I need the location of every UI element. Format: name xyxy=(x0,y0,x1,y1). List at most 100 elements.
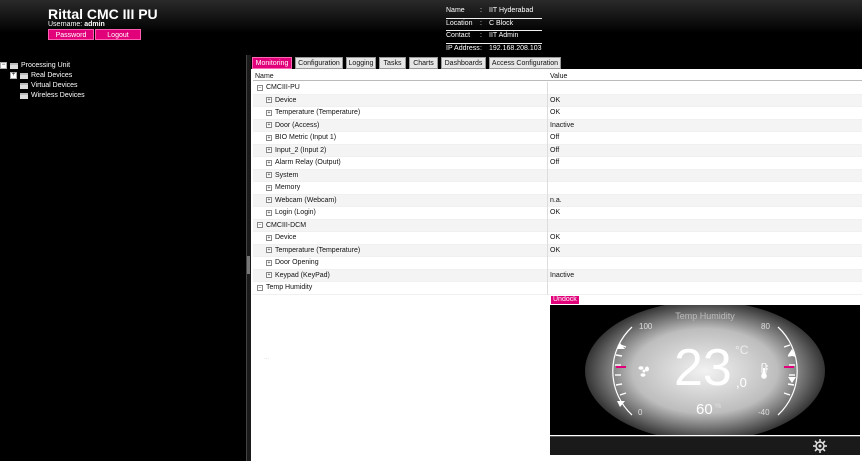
table-row[interactable]: + Keypad (KeyPad) Inactive xyxy=(253,269,862,282)
tree-node-wireless-devices[interactable]: Wireless Devices xyxy=(20,91,85,100)
splitter-grip-icon[interactable] xyxy=(247,256,250,274)
row-name: BIO Metric (Input 1) xyxy=(275,134,337,141)
expand-toggle-icon[interactable]: + xyxy=(266,159,272,166)
table-row[interactable]: + Input_2 (Input 2) Off xyxy=(253,144,862,157)
column-divider xyxy=(547,169,548,182)
tree-node-label: Real Devices xyxy=(31,72,73,79)
info-sep: : xyxy=(480,32,482,39)
tab-monitoring[interactable]: Monitoring xyxy=(252,57,292,69)
info-row-location: Location : C Block xyxy=(446,19,542,31)
row-name-cell: + Login (Login) xyxy=(266,209,316,216)
row-name: CMCIII-PU xyxy=(266,84,300,91)
tab-dashboards[interactable]: Dashboards xyxy=(441,57,486,69)
collapse-toggle-icon[interactable]: − xyxy=(0,62,7,69)
row-name: Temp Humidity xyxy=(266,284,313,291)
expand-toggle-icon[interactable]: + xyxy=(266,134,272,141)
tree-node-label: Wireless Devices xyxy=(31,92,85,99)
tree-node-label: Virtual Devices xyxy=(31,82,78,89)
expand-toggle-icon[interactable]: + xyxy=(266,97,272,103)
left-scale-top: 100 xyxy=(639,322,653,331)
expand-toggle-icon[interactable]: + xyxy=(266,234,272,241)
row-value: OK xyxy=(550,246,561,254)
info-value: C Block xyxy=(489,19,514,27)
row-value: Inactive xyxy=(550,271,575,279)
expand-toggle-icon[interactable]: + xyxy=(266,184,272,191)
temperature-decimal: ,0 xyxy=(736,375,747,390)
table-row[interactable]: + Temperature (Temperature) OK xyxy=(253,244,862,257)
row-value: Off xyxy=(550,146,560,154)
expand-toggle-icon[interactable]: + xyxy=(266,109,272,116)
expand-toggle-icon[interactable]: + xyxy=(266,197,272,203)
table-header: Name Value xyxy=(253,72,862,81)
expand-toggle-icon[interactable]: + xyxy=(266,172,272,178)
row-name: Login (Login) xyxy=(275,209,316,216)
collapse-toggle-icon[interactable]: − xyxy=(257,222,263,228)
row-name-cell: + Door (Access) xyxy=(266,122,319,129)
right-scale-bottom: -40 xyxy=(758,408,770,417)
tab-tasks[interactable]: Tasks xyxy=(379,57,406,69)
expand-toggle-icon[interactable]: + xyxy=(266,259,272,266)
expand-toggle-icon[interactable]: + xyxy=(266,272,272,278)
row-value: OK xyxy=(550,109,561,116)
table-row[interactable]: + Login (Login) OK xyxy=(253,207,862,220)
table-row[interactable]: + Door (Access) Inactive xyxy=(253,119,862,132)
row-name-cell: + Temperature (Temperature) xyxy=(266,247,360,254)
table-row[interactable]: + BIO Metric (Input 1) Off xyxy=(253,132,862,145)
device-tree-panel: − Processing Unit + Real Devices Virtual… xyxy=(0,55,247,461)
table-row[interactable]: + Door Opening xyxy=(253,257,862,270)
row-name-cell: + Memory xyxy=(266,184,300,191)
row-name-cell: − Temp Humidity xyxy=(257,284,312,291)
tab-charts[interactable]: Charts xyxy=(409,57,438,69)
row-name-cell: + Device xyxy=(266,234,296,241)
expand-toggle-icon[interactable]: + xyxy=(266,209,272,216)
collapse-toggle-icon[interactable]: − xyxy=(257,84,263,91)
drag-dots: ... xyxy=(264,355,270,361)
table-row[interactable]: + Alarm Relay (Output) Off xyxy=(253,157,862,170)
expand-toggle-icon[interactable]: + xyxy=(266,147,272,153)
expand-toggle-icon[interactable]: + xyxy=(266,122,272,128)
expand-toggle-icon[interactable]: + xyxy=(266,247,272,253)
table-row[interactable]: + Device OK xyxy=(253,232,862,245)
row-name-cell: + Keypad (KeyPad) xyxy=(266,272,330,279)
row-name: Temperature (Temperature) xyxy=(275,109,361,116)
collapse-toggle-icon[interactable]: − xyxy=(257,284,263,291)
tab-access-configuration[interactable]: Access Configuration xyxy=(489,57,561,69)
row-name-cell: − CMCIII-PU xyxy=(257,84,300,91)
table-row[interactable]: + Temperature (Temperature) OK xyxy=(253,107,862,120)
password-button[interactable]: Password xyxy=(48,29,94,40)
column-divider xyxy=(547,144,548,157)
table-row[interactable]: − Temp Humidity xyxy=(253,282,862,295)
device-info: Name : IIT Hyderabad Location : C Block … xyxy=(446,6,542,56)
info-sep: : xyxy=(480,19,482,27)
column-divider xyxy=(547,232,548,245)
tree-node-real-devices[interactable]: + Real Devices xyxy=(10,71,72,80)
table-row[interactable]: + Webcam (Webcam) n.a. xyxy=(253,194,862,207)
row-value: Inactive xyxy=(550,121,575,129)
row-value: OK xyxy=(550,209,561,216)
table-row[interactable]: + Device OK xyxy=(253,94,862,107)
table-row[interactable]: − CMCIII-PU xyxy=(253,82,862,95)
row-name: Device xyxy=(275,96,297,104)
column-divider xyxy=(547,107,548,120)
row-name: Device xyxy=(275,234,297,241)
expand-toggle-icon[interactable]: + xyxy=(10,72,17,79)
logout-button[interactable]: Logout xyxy=(95,29,141,40)
tree-node-virtual-devices[interactable]: Virtual Devices xyxy=(20,81,78,90)
row-name-cell: + Door Opening xyxy=(266,259,319,266)
info-key: IP Address xyxy=(446,44,480,52)
column-divider xyxy=(547,132,548,145)
tab-logging[interactable]: Logging xyxy=(346,57,376,69)
settings-gear-icon[interactable] xyxy=(812,438,828,454)
table-row[interactable]: + Memory xyxy=(253,182,862,195)
undock-button[interactable]: Undock xyxy=(551,296,579,304)
column-divider xyxy=(547,182,548,195)
row-value: OK xyxy=(550,96,561,104)
column-header-name[interactable]: Name xyxy=(255,73,274,80)
table-row[interactable]: − CMCIII-DCM xyxy=(253,219,862,232)
column-header-value[interactable]: Value xyxy=(550,73,567,80)
table-row[interactable]: + System xyxy=(253,169,862,182)
tab-configuration[interactable]: Configuration xyxy=(295,57,343,69)
column-divider xyxy=(547,257,548,270)
widget-footer xyxy=(550,436,860,455)
tree-node-processing-unit[interactable]: − Processing Unit xyxy=(0,61,70,70)
